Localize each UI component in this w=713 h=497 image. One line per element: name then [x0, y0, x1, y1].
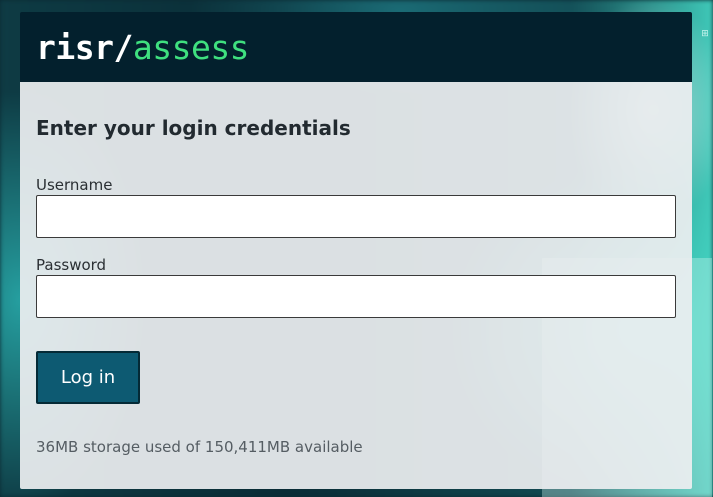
logo-text-assess: assess: [132, 27, 250, 67]
card-header: risr/assess: [20, 12, 692, 82]
page-title: Enter your login credentials: [36, 116, 351, 140]
login-button[interactable]: Log in: [36, 351, 140, 404]
grid-icon: ⊞: [701, 29, 709, 39]
password-field[interactable]: [36, 275, 676, 318]
logo-text-risr: risr/: [36, 27, 133, 67]
password-label: Password: [36, 256, 107, 274]
login-form: Enter your login credentials Username Pa…: [20, 82, 692, 489]
login-card: risr/assess Enter your login credentials…: [20, 12, 692, 489]
username-label: Username: [36, 176, 113, 194]
username-field[interactable]: [36, 195, 676, 238]
storage-status: 36MB storage used of 150,411MB available: [36, 438, 363, 456]
logo: risr/assess: [36, 27, 250, 67]
